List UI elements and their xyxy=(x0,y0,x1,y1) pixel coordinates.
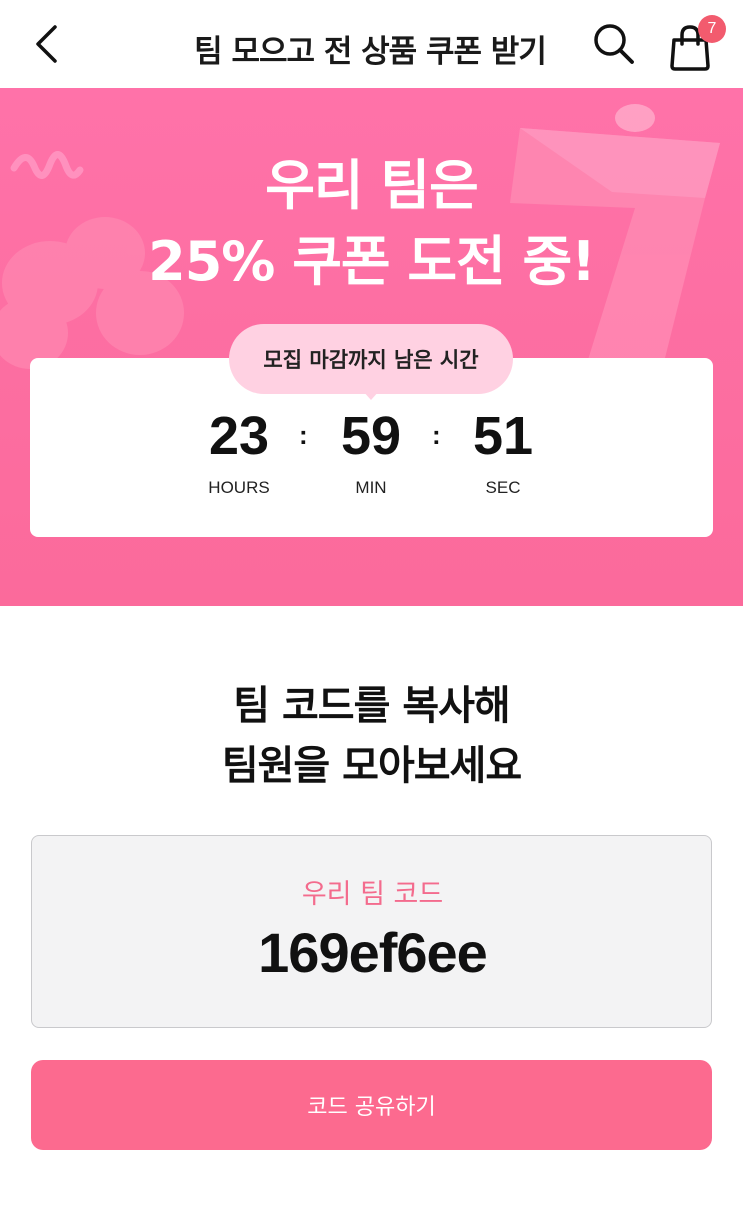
minutes-value: 59 xyxy=(340,406,402,466)
team-code-heading: 팀 코드를 복사해 팀원을 모아보세요 xyxy=(0,676,743,796)
countdown-hours: 23 HOURS xyxy=(169,406,309,498)
countdown-seconds: 51 SEC xyxy=(433,406,573,498)
team-code-value[interactable]: 169ef6ee xyxy=(32,920,713,985)
hero-banner: 우리 팀은 25% 쿠폰 도전 중! 모집 마감까지 남은 시간 23 HOUR… xyxy=(0,88,743,606)
search-icon xyxy=(594,24,634,64)
hero-title-line2: 25% 쿠폰 도전 중! xyxy=(148,230,596,293)
chevron-left-icon xyxy=(36,25,57,63)
page-title: 팀 모으고 전 상품 쿠폰 받기 xyxy=(194,34,547,70)
heading-line1: 팀 코드를 복사해 xyxy=(233,683,510,729)
minutes-label: MIN xyxy=(355,478,387,497)
top-navigation-bar: 팀 모으고 전 상품 쿠폰 받기 7 xyxy=(0,0,743,88)
heading-line2: 팀원을 모아보세요 xyxy=(221,743,522,789)
team-code-box: 우리 팀 코드 169ef6ee xyxy=(31,835,712,1028)
seconds-label: SEC xyxy=(485,478,521,497)
countdown-minutes: 59 MIN xyxy=(301,406,441,498)
countdown-caption: 모집 마감까지 남은 시간 xyxy=(229,324,513,394)
cart-count-badge: 7 xyxy=(698,15,726,43)
back-button[interactable] xyxy=(22,18,70,70)
cart-button[interactable]: 7 xyxy=(662,15,726,72)
team-code-label: 우리 팀 코드 xyxy=(301,879,444,910)
caption-tail xyxy=(362,390,380,400)
search-button[interactable] xyxy=(588,18,640,70)
share-code-button[interactable]: 코드 공유하기 xyxy=(31,1060,712,1150)
hours-value: 23 xyxy=(208,406,270,466)
hero-title: 우리 팀은 25% 쿠폰 도전 중! xyxy=(0,148,743,300)
hero-title-line1: 우리 팀은 xyxy=(265,154,479,217)
hours-label: HOURS xyxy=(208,478,270,497)
seconds-value: 51 xyxy=(472,406,534,466)
